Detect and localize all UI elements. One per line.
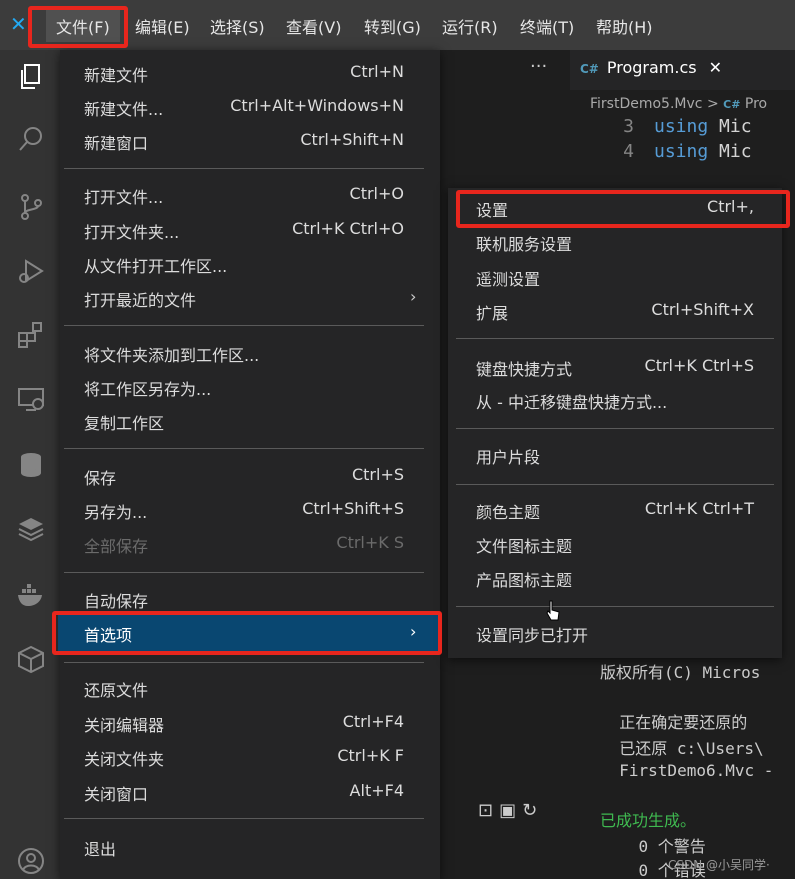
menu-selection[interactable]: 选择(S) [210,14,265,38]
watermark: CSDN @小吴同学· [668,858,770,872]
vscode-logo-icon: ✕ [10,12,27,36]
menu-item-new-file-dialog[interactable]: 新建文件... Ctrl+Alt+Windows+N [60,92,440,122]
menu-file[interactable]: 文件(F) [46,10,120,42]
menu-item-file-icon-theme[interactable]: 文件图标主题 [448,529,782,559]
package-icon[interactable] [16,644,46,674]
new-folder-icon[interactable]: ▣ [499,800,522,821]
menu-separator [456,484,774,485]
menu-terminal[interactable]: 终端(T) [520,14,574,38]
source-control-icon[interactable] [16,192,46,222]
file-menu: 新建文件 Ctrl+N 新建文件... Ctrl+Alt+Windows+N 新建窗… [58,50,440,879]
menu-item-new-file[interactable]: 新建文件 Ctrl+N [60,58,440,88]
menu-item-open-workspace[interactable]: 从文件打开工作区... [60,249,440,279]
panel-toolbar: ⊡▣↻ [478,800,543,821]
menubar: ✕ 文件(F) 编辑(E) 选择(S) 查看(V) 转到(G) 运行(R) 终端… [0,0,795,50]
breadcrumb-folder[interactable]: FirstDemo5.Mvc [590,96,702,112]
explorer-icon[interactable] [16,62,46,92]
account-icon[interactable] [16,846,46,876]
breadcrumb: FirstDemo5.Mvc > C# Pro [590,96,767,112]
menu-item-telemetry-settings[interactable]: 遥测设置 [448,262,782,292]
activity-bar [0,50,60,879]
menu-view[interactable]: 查看(V) [286,14,341,38]
terminal-line: FirstDemo6.Mvc - [600,761,774,780]
editor-tabbar: C# Program.cs ✕ [570,50,795,90]
chevron-right-icon: › [410,287,417,306]
menu-help[interactable]: 帮助(H) [596,14,653,38]
tab-program-cs[interactable]: C# Program.cs ✕ [580,58,722,77]
menu-separator [64,168,424,169]
menu-separator [64,325,424,326]
menu-separator [456,428,774,429]
menu-item-close-folder[interactable]: 关闭文件夹 Ctrl+K F [60,742,440,772]
menu-item-auto-save[interactable]: 自动保存 [60,584,440,614]
menu-item-exit[interactable]: 退出 [60,832,440,862]
preferences-submenu: 设置 Ctrl+, 联机服务设置 遥测设置 扩展 Ctrl+Shift+X 键盘快捷… [448,188,782,658]
menu-item-save-as[interactable]: 另存为... Ctrl+Shift+S [60,495,440,525]
new-file-icon[interactable]: ⊡ [478,800,499,821]
menu-item-close-window[interactable]: 关闭窗口 Alt+F4 [60,777,440,807]
more-actions-icon[interactable]: ··· [530,56,547,77]
terminal-line: 0 个警告 [600,837,706,856]
run-debug-icon[interactable] [16,256,46,286]
refresh-icon[interactable]: ↻ [522,800,543,821]
menu-item-extensions[interactable]: 扩展 Ctrl+Shift+X [448,296,782,326]
csharp-file-icon: C# [723,98,741,111]
menu-item-settings-sync-on[interactable]: 设置同步已打开 [448,618,782,648]
menu-separator [64,662,424,663]
menu-item-settings[interactable]: 设置 Ctrl+, [448,193,782,223]
terminal-line: 已还原 c:\Users\ [600,739,764,758]
menu-separator [64,572,424,573]
menu-item-migrate-keybindings[interactable]: 从 - 中迁移键盘快捷方式... [448,385,782,415]
mouse-cursor-icon [546,600,560,622]
menu-item-color-theme[interactable]: 颜色主题 Ctrl+K Ctrl+T [448,495,782,525]
menu-separator [456,338,774,339]
layers-icon[interactable] [16,514,46,544]
code-line: 3 using Mic [623,116,752,137]
docker-icon[interactable] [16,580,46,610]
menu-edit[interactable]: 编辑(E) [135,14,190,38]
menu-item-user-snippets[interactable]: 用户片段 [448,440,782,470]
menu-item-keyboard-shortcuts[interactable]: 键盘快捷方式 Ctrl+K Ctrl+S [448,352,782,382]
database-icon[interactable] [16,450,46,480]
menu-item-save[interactable]: 保存 Ctrl+S [60,461,440,491]
menu-item-online-services-settings[interactable]: 联机服务设置 [448,227,782,257]
code-editor[interactable]: 3 using Mic 4 using Mic [590,116,752,162]
terminal-line: 正在确定要还原的 [600,713,748,732]
menu-item-add-folder-to-workspace[interactable]: 将文件夹添加到工作区... [60,338,440,368]
breadcrumb-separator: > [706,96,719,112]
code-line: 4 using Mic [623,141,752,162]
menu-item-save-all: 全部保存 Ctrl+K S [84,533,404,556]
tab-label: Program.cs [606,58,697,77]
menu-item-product-icon-theme[interactable]: 产品图标主题 [448,563,782,593]
menu-item-open-recent[interactable]: 打开最近的文件 › [60,283,440,313]
menu-separator [456,606,774,607]
menu-separator [64,818,424,819]
menu-go[interactable]: 转到(G) [364,14,421,38]
csharp-file-icon: C# [580,62,599,76]
menu-item-new-window[interactable]: 新建窗口 Ctrl+Shift+N [60,126,440,156]
menu-item-preferences[interactable]: 首选项 › [58,615,438,651]
terminal-panel[interactable]: 版权所有(C) Micros 正在确定要还原的 已还原 c:\Users\ Fi… [580,655,795,879]
menu-item-open-file[interactable]: 打开文件... Ctrl+O [60,180,440,210]
close-tab-icon[interactable]: ✕ [709,58,722,77]
menu-item-duplicate-workspace[interactable]: 复制工作区 [60,406,440,436]
breadcrumb-file[interactable]: Pro [745,96,767,112]
chevron-right-icon: › [410,622,417,641]
remote-explorer-icon[interactable] [16,384,46,414]
menu-item-revert-file[interactable]: 还原文件 [60,673,440,703]
menu-item-open-folder[interactable]: 打开文件夹... Ctrl+K Ctrl+O [60,215,440,245]
terminal-line: 已成功生成。 [600,811,697,830]
menu-run[interactable]: 运行(R) [442,14,498,38]
extensions-icon[interactable] [16,320,46,350]
menu-item-save-workspace-as[interactable]: 将工作区另存为... [60,372,440,402]
terminal-line: 版权所有(C) Micros [600,663,761,682]
search-icon[interactable] [16,124,46,154]
menu-item-close-editor[interactable]: 关闭编辑器 Ctrl+F4 [60,708,440,738]
menu-separator [64,448,424,449]
